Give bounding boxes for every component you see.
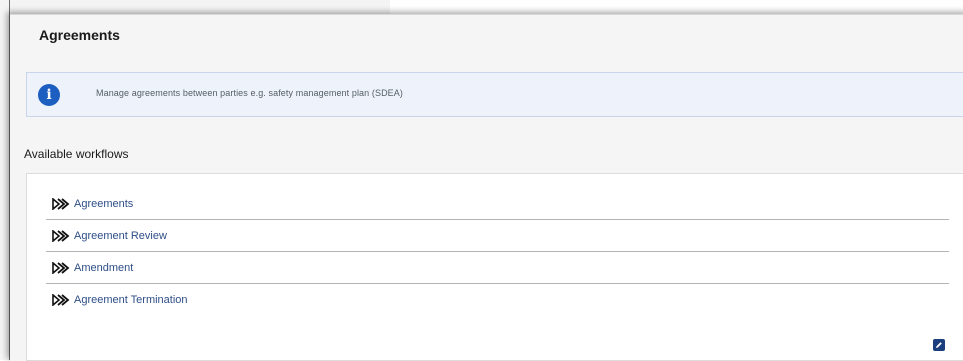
info-icon: i	[38, 84, 60, 106]
workflow-label[interactable]: Amendment	[74, 262, 133, 274]
panel-title: Agreements	[39, 27, 120, 43]
info-text: Manage agreements between parties e.g. s…	[96, 88, 403, 98]
workflow-label[interactable]: Agreements	[74, 198, 133, 210]
workflow-label[interactable]: Agreement Review	[74, 230, 167, 242]
workflow-list: Agreements Agreement Review Amendment Ag…	[46, 188, 949, 316]
workflow-item-agreement-termination[interactable]: Agreement Termination	[46, 284, 949, 316]
left-pane-edge	[0, 0, 10, 360]
info-banner: i Manage agreements between parties e.g.…	[26, 72, 963, 117]
double-chevron-icon	[52, 294, 70, 306]
workflows-box: Agreements Agreement Review Amendment Ag…	[26, 173, 963, 361]
double-chevron-icon	[52, 261, 70, 274]
workflow-label[interactable]: Agreement Termination	[74, 294, 188, 306]
workflow-item-agreement-review[interactable]: Agreement Review	[46, 220, 949, 252]
background-area	[0, 0, 390, 14]
available-workflows-heading: Available workflows	[24, 147, 129, 161]
workflow-item-agreements[interactable]: Agreements	[46, 188, 949, 220]
edit-icon	[936, 342, 942, 348]
workflow-item-amendment[interactable]: Amendment	[46, 252, 949, 284]
double-chevron-icon	[52, 197, 70, 210]
edit-button[interactable]	[933, 339, 945, 351]
agreements-panel: Agreements i Manage agreements between p…	[10, 14, 963, 361]
double-chevron-icon	[52, 229, 70, 242]
